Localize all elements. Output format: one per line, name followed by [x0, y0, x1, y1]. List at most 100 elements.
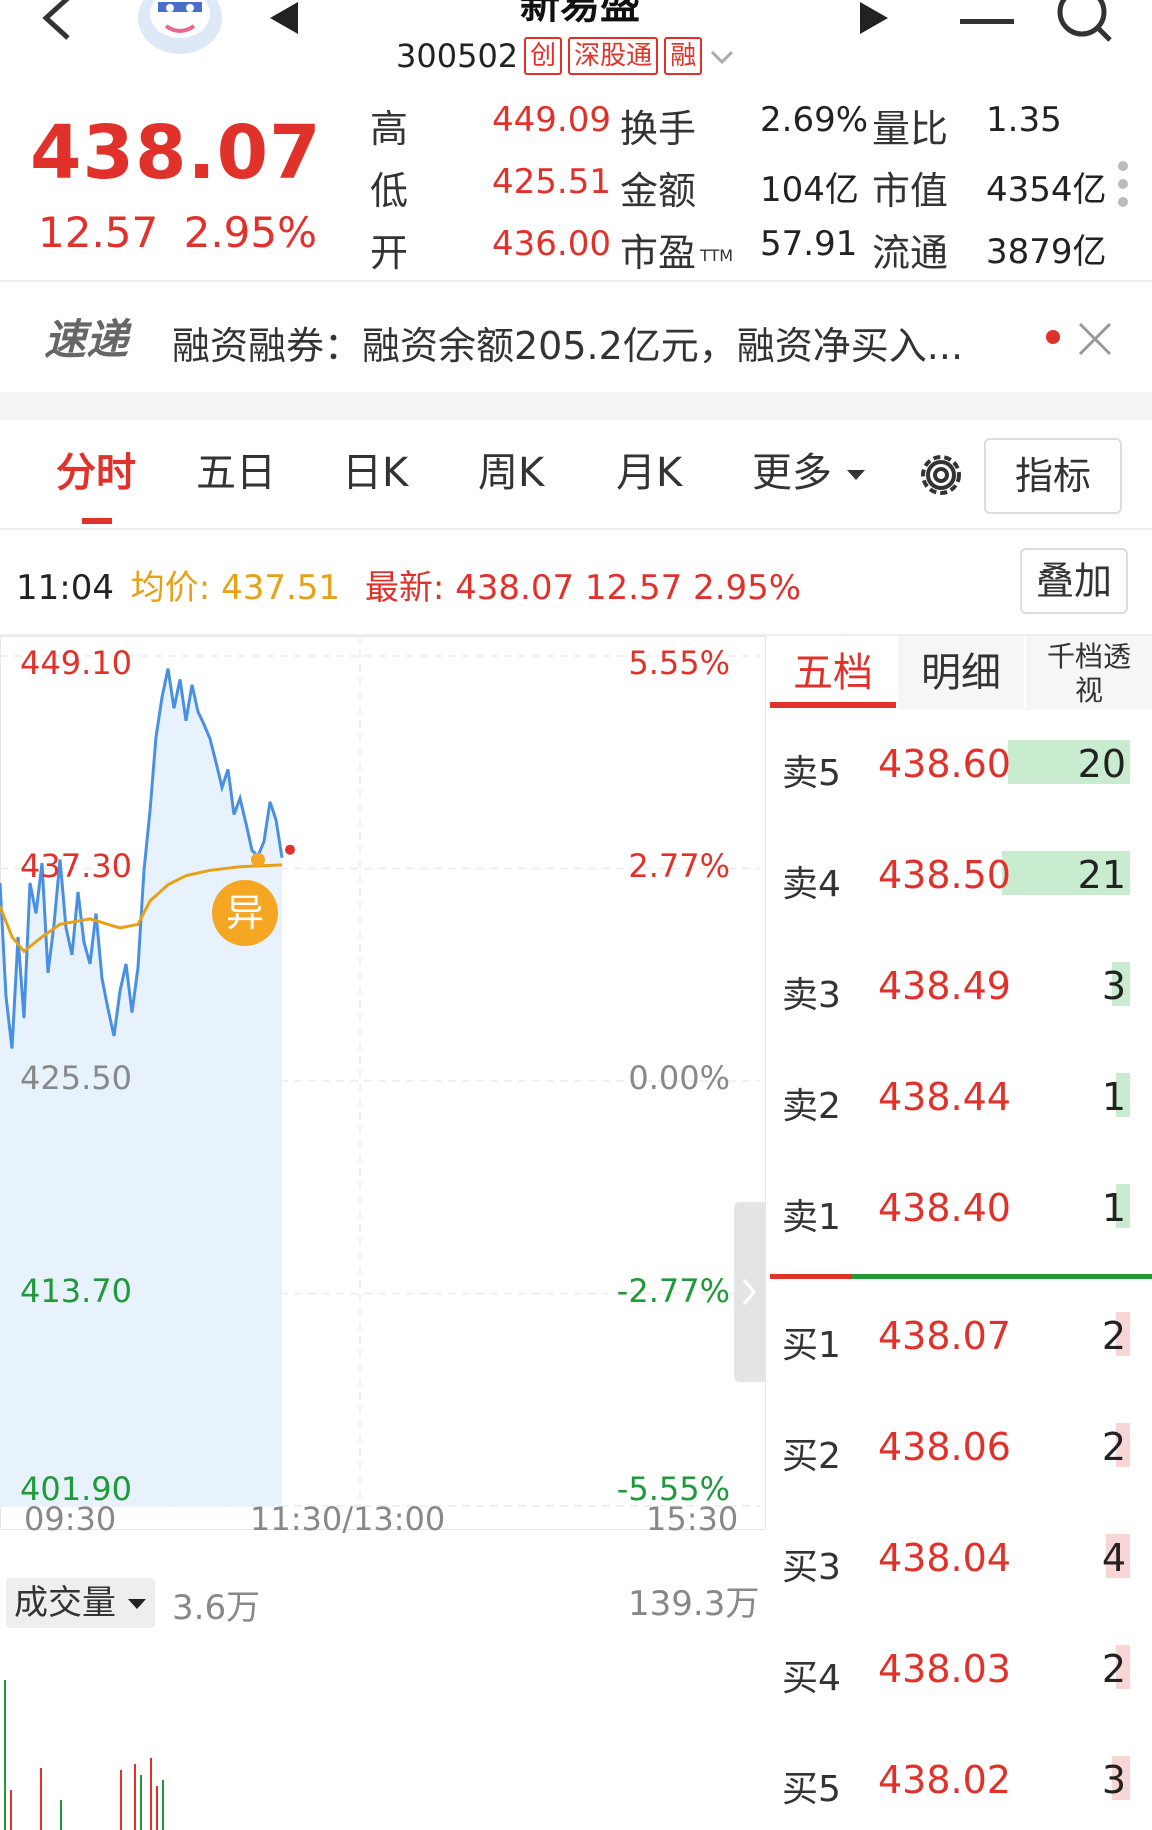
orderbook-tab-depth[interactable]: 千档透视	[1026, 636, 1152, 710]
x-tick: 11:30/13:00	[250, 1500, 446, 1538]
ask-price: 438.40	[878, 1186, 1011, 1230]
latest-point-dot	[285, 844, 295, 855]
volume-value: 3.6万	[172, 1588, 261, 1628]
ask-level-label: 卖5	[782, 753, 841, 794]
close-icon[interactable]	[1076, 320, 1114, 358]
volume-bar	[4, 1680, 6, 1830]
overlay-button-label: 叠加	[1035, 559, 1112, 603]
last-price: 438.07	[30, 110, 322, 196]
volume-bar	[156, 1786, 158, 1830]
prev-icon[interactable]	[264, 0, 304, 40]
stat-value: 436.00	[492, 224, 611, 264]
bid-row[interactable]: 买1 438.07 2	[770, 1296, 1140, 1376]
stat-label: 市值	[872, 169, 949, 213]
tag-chuang: 创	[524, 37, 563, 75]
minus-icon[interactable]	[958, 12, 1018, 24]
ask-level-label: 卖2	[782, 1086, 841, 1127]
bid-price: 438.04	[878, 1536, 1011, 1580]
bid-level-label: 买3	[782, 1547, 841, 1588]
ask-row[interactable]: 卖5 438.60 20	[770, 724, 1140, 804]
next-icon[interactable]	[854, 0, 894, 40]
collapse-icon[interactable]	[734, 1202, 766, 1382]
bid-price: 438.02	[878, 1758, 1011, 1802]
price-change: 12.57 2.95%	[38, 208, 317, 257]
tab-week-k[interactable]: 周K	[478, 440, 544, 498]
volume-chart	[4, 1680, 164, 1830]
stat-value: 1.35	[986, 100, 1062, 140]
more-icon[interactable]	[1116, 160, 1130, 208]
ask-level-label: 卖4	[782, 864, 841, 905]
y-tick-right: -2.77%	[616, 1271, 730, 1310]
stat-label: 金额	[620, 169, 697, 213]
stat-label: 开	[370, 231, 409, 275]
chevron-down-icon[interactable]	[708, 42, 736, 70]
volume-bar	[10, 1790, 12, 1830]
section-gap	[0, 392, 1152, 420]
divider	[0, 280, 1152, 282]
tab-day-k[interactable]: 日K	[342, 440, 408, 498]
orderbook-tab-detail-label: 明细	[921, 650, 1001, 696]
bid-row[interactable]: 买5 438.02 3	[770, 1740, 1140, 1820]
ask-price: 438.50	[878, 853, 1011, 897]
tab-five-day[interactable]: 五日	[196, 440, 276, 498]
ask-row[interactable]: 卖1 438.40 1	[770, 1168, 1140, 1248]
avg-label: 均价:	[130, 568, 211, 608]
volume-selector[interactable]: 成交量	[6, 1578, 155, 1628]
bid-price: 438.03	[878, 1647, 1011, 1691]
orderbook-tab-depth-label: 千档透视	[1046, 640, 1131, 707]
anomaly-badge[interactable]: 异	[212, 880, 278, 946]
stat-label: 高	[370, 107, 409, 151]
y-tick-right: 2.77%	[628, 846, 730, 885]
ask-row[interactable]: 卖3 438.49 3	[770, 946, 1140, 1026]
orderbook-tab-five[interactable]: 五档	[770, 636, 896, 710]
bid-volume: 2	[1101, 1314, 1126, 1358]
change-value: 12.57	[38, 208, 159, 257]
latest-value: 438.07 12.57 2.95%	[455, 568, 802, 608]
bid-price: 438.06	[878, 1425, 1011, 1469]
back-arrow-icon[interactable]	[38, 0, 78, 52]
tab-intraday[interactable]: 分时	[56, 440, 136, 498]
volume-bar	[150, 1758, 152, 1830]
ask-row[interactable]: 卖4 438.50 21	[770, 835, 1140, 915]
volume-bar	[134, 1764, 136, 1830]
stat-label: 换手	[620, 107, 697, 151]
stat-value: 3879亿	[986, 232, 1107, 272]
y-tick-left: 449.10	[20, 644, 132, 682]
stat-value: 4354亿	[986, 170, 1107, 210]
overlay-button[interactable]: 叠加	[1020, 548, 1128, 614]
stat-value: 425.51	[492, 162, 611, 202]
avatar[interactable]	[136, 0, 224, 58]
gear-icon[interactable]	[914, 448, 968, 502]
tab-month-k[interactable]: 月K	[616, 440, 682, 498]
search-icon[interactable]	[1052, 0, 1116, 48]
ask-row[interactable]: 卖2 438.44 1	[770, 1057, 1140, 1137]
bid-level-label: 买4	[782, 1658, 841, 1699]
stat-label: 量比	[872, 107, 949, 151]
stat-value: 57.91	[760, 224, 858, 264]
ask-volume: 21	[1077, 853, 1126, 897]
ask-volume: 20	[1077, 742, 1126, 786]
tag-rong: 融	[664, 37, 703, 75]
bid-row[interactable]: 买2 438.06 2	[770, 1407, 1140, 1487]
bid-level-label: 买1	[782, 1325, 841, 1366]
ask-price: 438.60	[878, 742, 1011, 786]
bid-volume: 2	[1101, 1425, 1126, 1469]
bid-row[interactable]: 买4 438.03 2	[770, 1629, 1140, 1709]
ask-volume: 3	[1101, 964, 1126, 1008]
stat-sub-label: TTM	[700, 246, 734, 265]
indicator-button[interactable]: 指标	[984, 438, 1122, 514]
ask-volume: 1	[1101, 1075, 1126, 1119]
ask-level-label: 卖1	[782, 1197, 841, 1238]
orderbook-tab-detail[interactable]: 明细	[898, 636, 1024, 710]
bid-row[interactable]: 买3 438.04 4	[770, 1518, 1140, 1598]
chart-info-line: 11:04 均价: 437.51 最新: 438.07 12.57 2.95%	[16, 560, 801, 609]
news-ticker[interactable]: 融资融券：融资余额205.2亿元，融资净买入...	[172, 315, 963, 370]
news-dot	[1046, 330, 1060, 344]
bid-level-label: 买2	[782, 1436, 841, 1477]
y-tick-left: 413.70	[20, 1271, 132, 1310]
volume-max: 139.3万	[628, 1584, 760, 1624]
volume-bar	[140, 1775, 142, 1830]
bid-ask-divider	[770, 1274, 1152, 1279]
tab-more[interactable]: 更多	[752, 440, 867, 498]
bid-price: 438.07	[878, 1314, 1011, 1358]
